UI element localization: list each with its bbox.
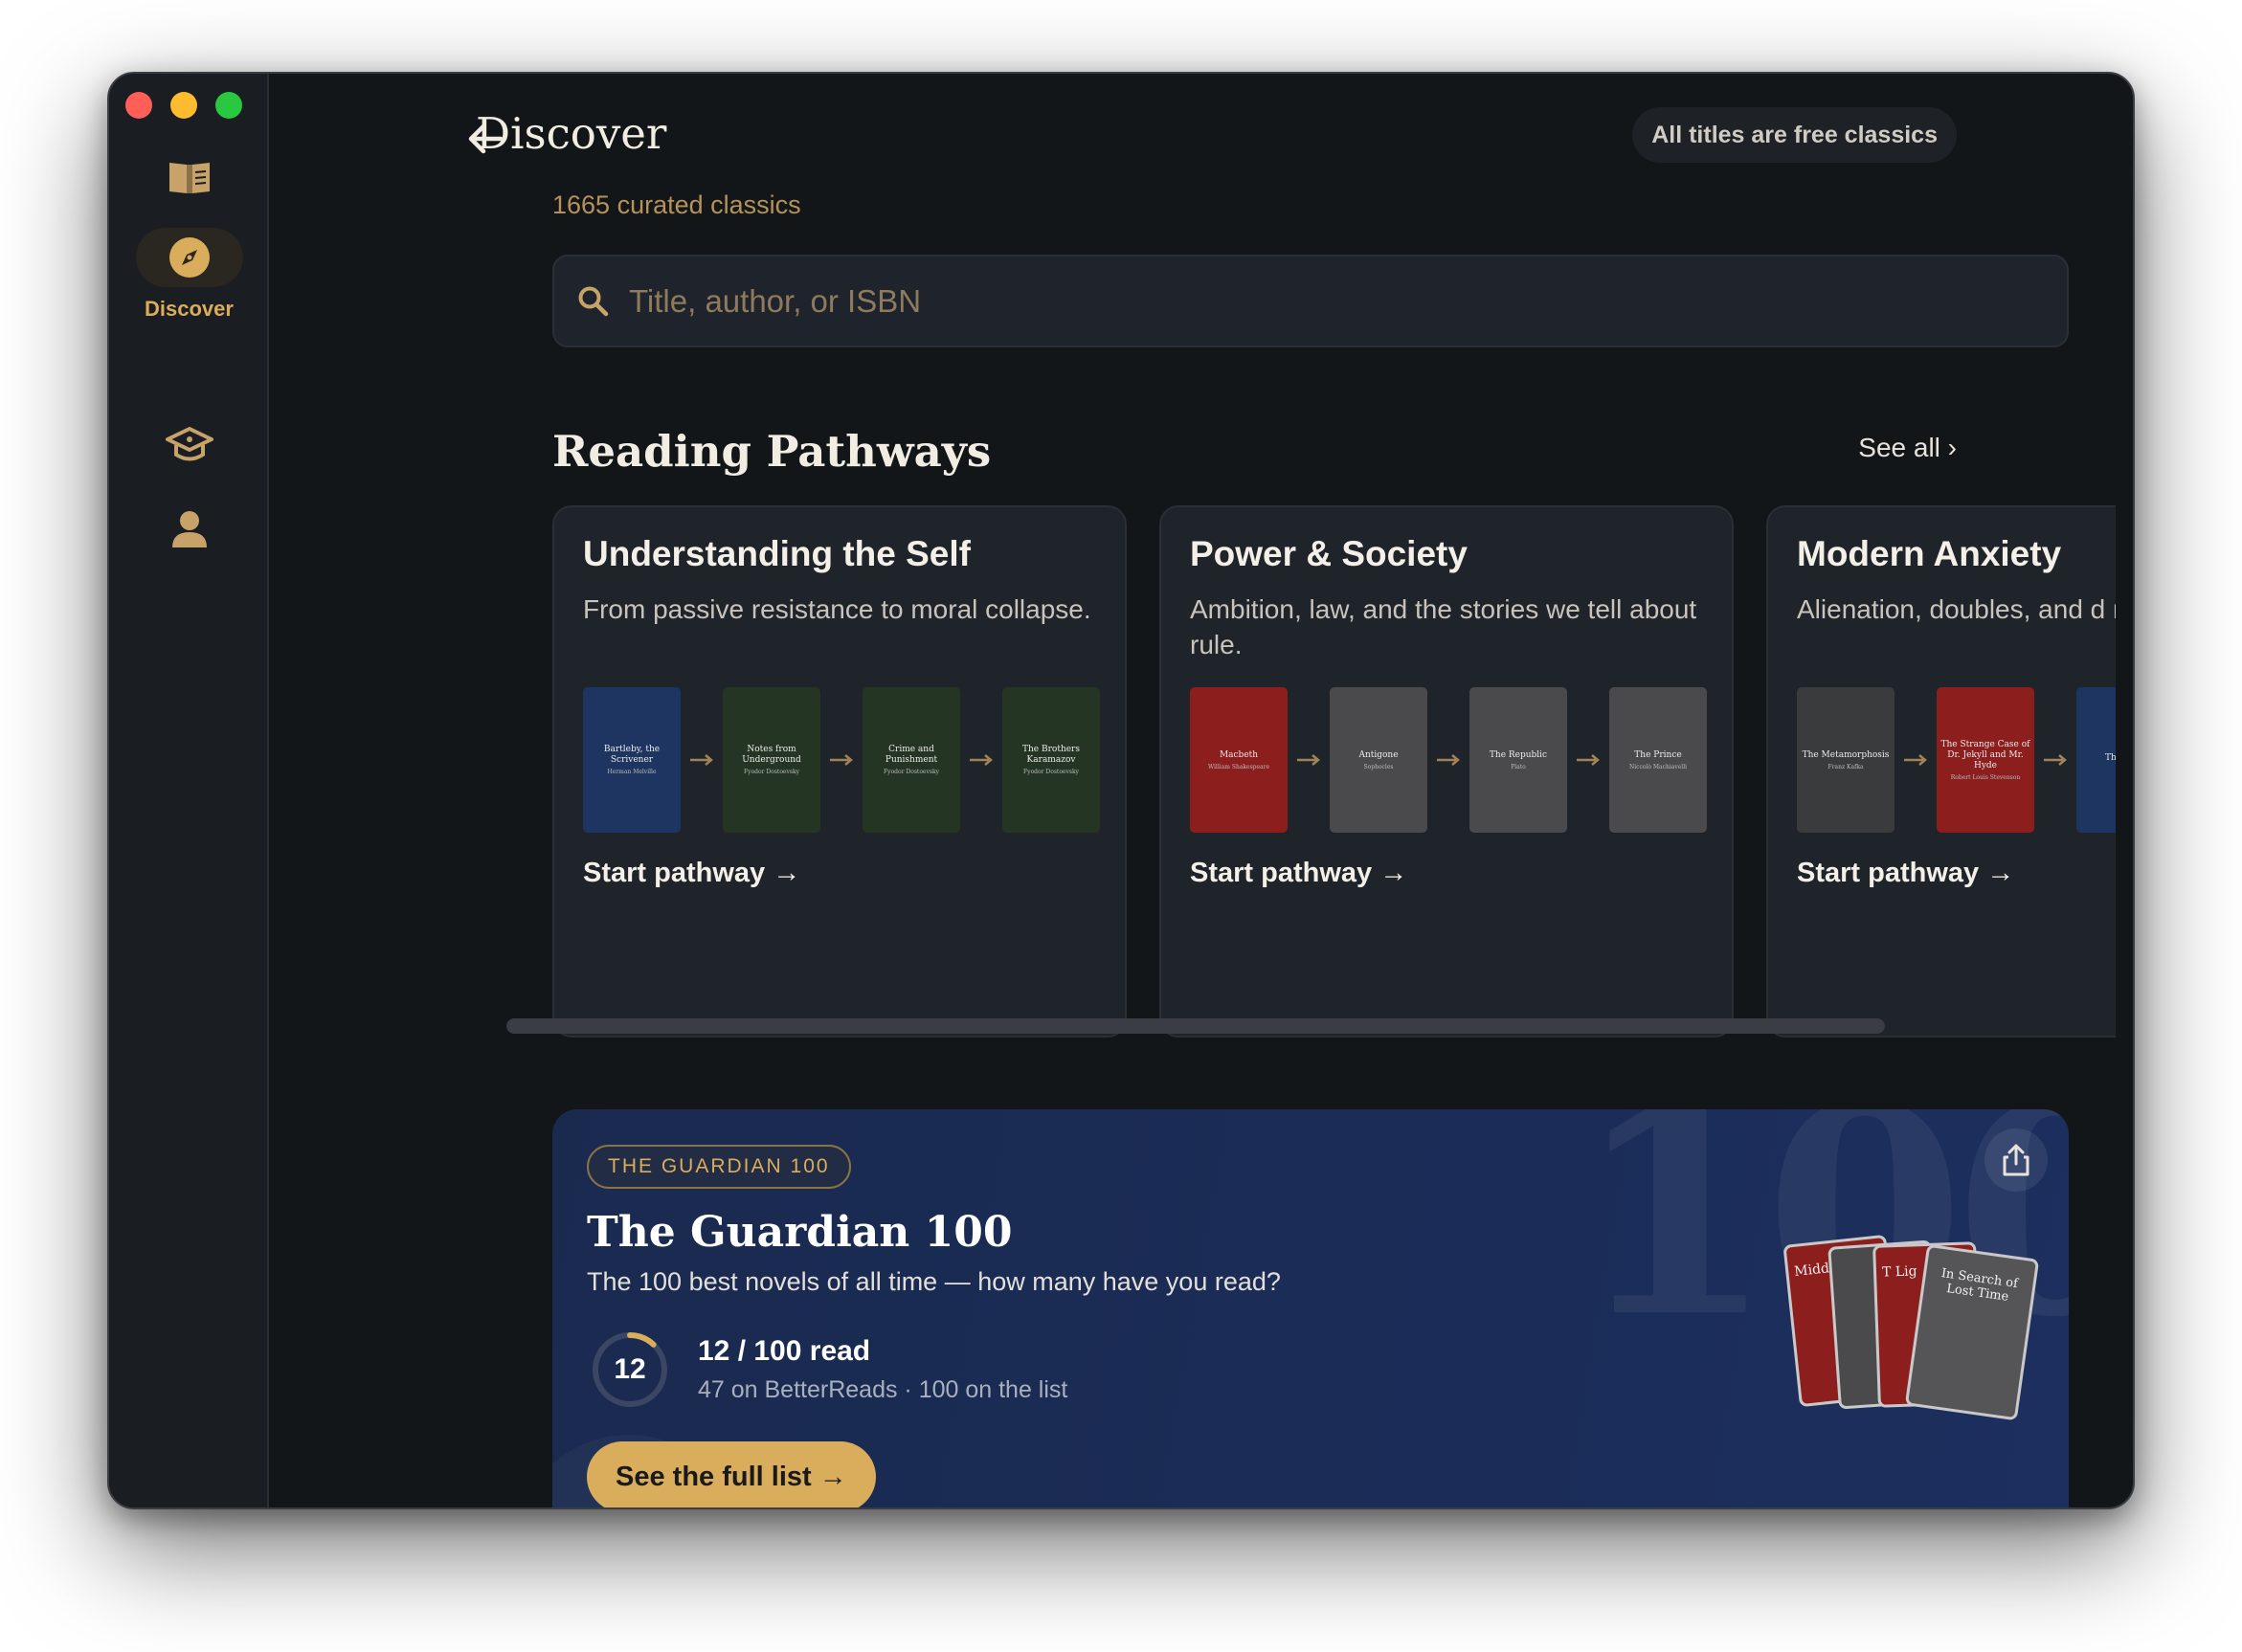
- arrow-right-icon: [1288, 687, 1330, 833]
- stacked-book: In Search of Lost Time: [1904, 1243, 2040, 1421]
- book-cover[interactable]: Antigone Sophocles: [1330, 687, 1427, 833]
- graduation-cap-icon: [136, 415, 243, 475]
- book-cover[interactable]: Bartleby, the Scrivener Herman Melville: [583, 687, 681, 833]
- book-cover-author: Plato: [1511, 763, 1526, 770]
- arrow-right-icon: [1427, 687, 1469, 833]
- arrow-right-icon: [1894, 687, 1937, 833]
- start-pathway-link[interactable]: Start pathway →: [1190, 858, 1407, 889]
- zoom-window-button[interactable]: [215, 92, 242, 119]
- app-window: Discover Discover All titles are free cl…: [107, 72, 2135, 1509]
- guardian-title: The Guardian 100: [587, 1208, 1013, 1257]
- arrow-right-icon: [960, 687, 1002, 833]
- book-cover-title: Bartleby, the Scrivener: [603, 745, 661, 765]
- search-bar[interactable]: [552, 255, 2069, 347]
- curated-count: 1665 curated classics: [552, 190, 801, 219]
- book-cover-author: Herman Melville: [607, 769, 657, 775]
- pathway-card[interactable]: Understanding the Self From passive resi…: [552, 505, 1127, 1038]
- progress-meta: 47 on BetterReads · 100 on the list: [698, 1376, 1068, 1403]
- sidebar-item-discover[interactable]: Discover: [109, 228, 269, 322]
- pathway-book-chain: The Metamorphosis Franz Kafka The Strang…: [1797, 687, 2116, 833]
- pathway-description: From passive resistance to moral collaps…: [583, 594, 1091, 624]
- book-cover[interactable]: The Prince Niccolò Machiavelli: [1609, 687, 1707, 833]
- book-stack-illustration: Midd T Lig In Search of Lost Time: [1782, 1230, 2051, 1421]
- book-open-icon: [136, 148, 243, 208]
- pathway-description: Ambition, law, and the stories we tell a…: [1190, 594, 1697, 659]
- window-controls: [125, 92, 242, 119]
- pathway-book-chain: Macbeth William Shakespeare Antigone Sop…: [1190, 687, 1707, 833]
- carousel-scrollbar[interactable]: [506, 1018, 1885, 1034]
- start-pathway-link[interactable]: Start pathway →: [1797, 858, 2014, 889]
- share-icon: [2003, 1144, 2029, 1176]
- pathway-title: Modern Anxiety: [1797, 534, 2062, 573]
- book-cover-title: The Republic: [1489, 749, 1548, 760]
- stacked-book-title: In Search of Lost Time: [1939, 1266, 2019, 1305]
- guardian-tag: THE GUARDIAN 100: [587, 1145, 851, 1189]
- book-cover-title: The Strange Case of Dr. Jekyll and Mr. H…: [1940, 739, 2030, 770]
- reading-pathways-heading: Reading Pathways: [552, 426, 992, 477]
- book-cover[interactable]: Notes from Underground Fyodor Dostoevsky: [723, 687, 820, 833]
- book-cover-title: Notes from Underground: [742, 745, 801, 765]
- book-cover-title: The Brothers Karamazov: [1022, 745, 1080, 765]
- share-button[interactable]: [1984, 1128, 2048, 1192]
- compass-icon: [135, 228, 243, 287]
- search-icon: [578, 286, 609, 316]
- book-cover-author: Niccolò Machiavelli: [1628, 763, 1688, 770]
- pathway-title: Power & Society: [1190, 534, 1468, 573]
- pathways-carousel[interactable]: Understanding the Self From passive resi…: [552, 505, 2116, 1038]
- minimize-window-button[interactable]: [170, 92, 197, 119]
- start-pathway-link[interactable]: Start pathway →: [583, 858, 800, 889]
- arrow-right-icon: [820, 687, 863, 833]
- book-cover-title: Antigone: [1358, 749, 1399, 760]
- progress-text: 12 / 100 read: [698, 1335, 871, 1367]
- book-cover-author: William Shakespeare: [1207, 763, 1270, 770]
- book-cover-author: Robert Louis Stevenson: [1950, 773, 2021, 781]
- pathway-title: Understanding the Self: [583, 534, 971, 573]
- sidebar-item-profile[interactable]: [109, 500, 269, 559]
- book-cover-title: The Prince: [1634, 749, 1682, 760]
- main-content: Discover All titles are free classics 16…: [269, 74, 2133, 1507]
- pathway-card[interactable]: Power & Society Ambition, law, and the s…: [1159, 505, 1734, 1038]
- search-input[interactable]: [629, 282, 2017, 320]
- book-cover-author: Sophocles: [1363, 763, 1394, 770]
- book-cover[interactable]: The Strange Case of Dr. Jekyll and Mr. H…: [1937, 687, 2034, 833]
- arrow-right-icon: [1567, 687, 1609, 833]
- book-cover-author: Fyodor Dostoevsky: [744, 769, 799, 775]
- book-cover[interactable]: The Turn: [2076, 687, 2116, 833]
- book-cover-author: Fyodor Dostoevsky: [1023, 769, 1079, 775]
- progress-count: 12: [614, 1353, 646, 1385]
- see-all-link[interactable]: See all ›: [1858, 433, 1957, 463]
- book-cover[interactable]: The Metamorphosis Franz Kafka: [1797, 687, 1894, 833]
- pathway-description: Alienation, doubles, and d modern world.: [1797, 594, 2116, 624]
- close-window-button[interactable]: [125, 92, 152, 119]
- book-cover-title: Macbeth: [1219, 749, 1259, 760]
- book-cover-author: Fyodor Dostoevsky: [884, 769, 939, 775]
- book-cover[interactable]: The Republic Plato: [1469, 687, 1567, 833]
- sidebar: Discover: [109, 74, 269, 1507]
- person-icon: [136, 500, 243, 559]
- free-classics-badge: All titles are free classics: [1632, 107, 1957, 163]
- see-full-list-button[interactable]: See the full list →: [587, 1441, 876, 1507]
- guardian-100-banner: 100 THE GUARDIAN 100 The Guardian 100 Th…: [552, 1109, 2069, 1507]
- book-cover-title: The Metamorphosis: [1802, 749, 1890, 760]
- pathway-book-chain: Bartleby, the Scrivener Herman Melville …: [583, 687, 1100, 833]
- sidebar-item-learn[interactable]: [109, 415, 269, 475]
- book-cover-title: The Turn: [2105, 753, 2116, 763]
- book-cover-title: Crime and Punishment: [885, 745, 938, 765]
- pathway-card[interactable]: Modern Anxiety Alienation, doubles, and …: [1766, 505, 2116, 1038]
- sidebar-item-library[interactable]: [109, 148, 269, 208]
- book-cover[interactable]: The Brothers Karamazov Fyodor Dostoevsky: [1002, 687, 1100, 833]
- guardian-subtitle: The 100 best novels of all time — how ma…: [587, 1267, 1281, 1296]
- arrow-right-icon: [2034, 687, 2076, 833]
- sidebar-item-label: Discover: [145, 297, 234, 321]
- book-cover[interactable]: Crime and Punishment Fyodor Dostoevsky: [863, 687, 960, 833]
- book-cover[interactable]: Macbeth William Shakespeare: [1190, 687, 1288, 833]
- arrow-right-icon: [681, 687, 723, 833]
- page-title: Discover: [476, 108, 667, 159]
- book-cover-author: Franz Kafka: [1827, 763, 1864, 770]
